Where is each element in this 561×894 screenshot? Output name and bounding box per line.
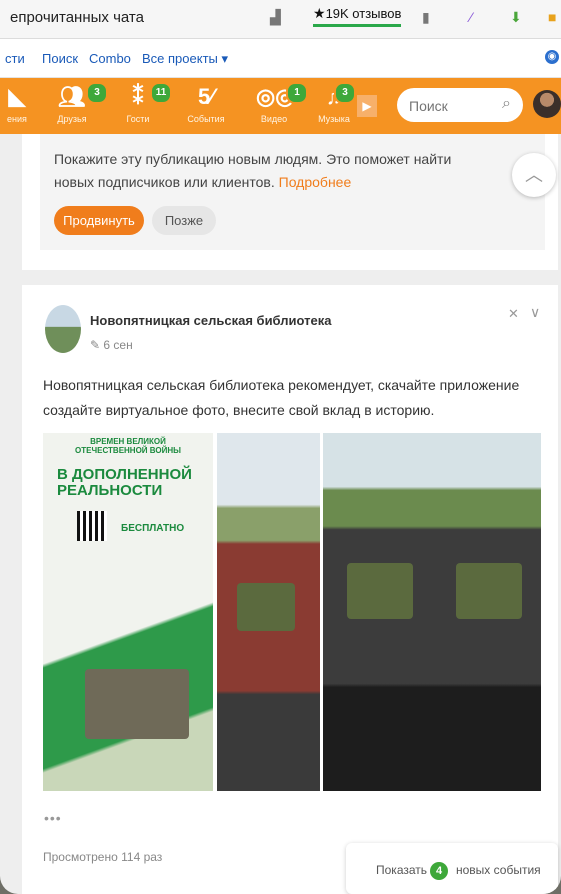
scroll-up-button[interactable]: ︿ xyxy=(512,153,556,197)
search-icon[interactable]: ⌕ xyxy=(502,95,511,113)
nav-label: ения xyxy=(7,114,27,124)
link-combo[interactable]: Combo xyxy=(89,51,131,66)
events-icon: 5⁄ xyxy=(198,84,214,109)
globe-icon[interactable]: ◉ xyxy=(545,50,559,64)
poster-header: ВРЕМЕН ВЕЛИКОЙ ОТЕЧЕСТВЕННОЙ ВОЙНЫ xyxy=(75,437,181,455)
tab-title[interactable]: епрочитанных чата xyxy=(10,9,144,26)
new-events-button[interactable]: Показать 4 новых события xyxy=(346,843,558,894)
rating-badge[interactable]: ★19K отзывов xyxy=(313,5,402,27)
search-box[interactable]: ⌕ xyxy=(397,88,523,122)
reader-icon[interactable]: ▟ xyxy=(270,9,281,26)
nav-label: Гости xyxy=(126,114,150,124)
nav-item-video[interactable]: ◎◎ Видео 1 xyxy=(256,82,308,124)
messages-icon: ◣ xyxy=(8,84,26,109)
main-navigation: ◣ ения 👥︎ Друзья 3 ⁑ Гости 11 5⁄ События… xyxy=(0,78,561,134)
chevron-down-icon[interactable]: ∨ xyxy=(530,304,540,321)
promo-text: Покажите эту публикацию новым людям. Это… xyxy=(54,148,474,194)
nav-item-events[interactable]: 5⁄ События xyxy=(184,84,228,124)
nav-item-music[interactable]: ♫ Музыка 3 xyxy=(316,82,356,124)
user-avatar[interactable] xyxy=(533,90,561,118)
more-options[interactable]: ••• xyxy=(44,810,62,826)
promote-button[interactable]: Продвинуть xyxy=(54,206,144,235)
promo-more-link[interactable]: Подробнее xyxy=(279,174,352,190)
post-photo-3[interactable] xyxy=(323,433,434,791)
events-suffix: новых события xyxy=(456,863,541,877)
post-time: ✎ 6 сен xyxy=(90,338,133,352)
rating-text: 19K отзывов xyxy=(325,6,402,21)
events-count-badge: 4 xyxy=(430,862,448,880)
nav-item-friends[interactable]: 👥︎ Друзья 3 xyxy=(52,82,108,124)
post-photo-2[interactable] xyxy=(217,433,320,791)
nav-label: Видео xyxy=(260,114,288,124)
pin-icon[interactable]: ✕ xyxy=(508,306,519,322)
extension-icon[interactable]: ■ xyxy=(548,9,556,25)
portal-link-bar: сти Поиск Combo Все проекты ▾ xyxy=(0,39,561,78)
bookmark-icon[interactable]: ▮ xyxy=(422,9,430,26)
nav-item-messages[interactable]: ◣ ения xyxy=(2,84,32,124)
qr-code-icon xyxy=(77,511,107,541)
browser-frame: епрочитанных чата ▟ ★19K отзывов ▮ ⁄ ⬇ ■… xyxy=(0,0,561,894)
later-button[interactable]: Позже xyxy=(152,206,216,235)
link-search[interactable]: Поиск xyxy=(42,51,78,66)
pen-icon[interactable]: ⁄ xyxy=(470,9,472,25)
chevron-up-icon: ︿ xyxy=(525,165,543,185)
events-prefix: Показать xyxy=(376,863,428,877)
nav-label: Друзья xyxy=(57,114,87,124)
promo-message: Покажите эту публикацию новым людям. Это… xyxy=(54,151,452,190)
post-text: Новопятницкая сельская библиотека рекоме… xyxy=(43,377,520,418)
cannon-illustration xyxy=(347,563,413,619)
star-icon: ★ xyxy=(313,5,326,21)
post-date: 6 сен xyxy=(103,338,133,352)
music-badge: 3 xyxy=(334,82,356,104)
post-photo-4[interactable] xyxy=(430,433,541,791)
cannon-illustration xyxy=(456,563,522,619)
nav-label: События xyxy=(187,114,225,124)
truck-illustration xyxy=(85,669,189,739)
friends-badge: 3 xyxy=(86,82,108,104)
download-icon[interactable]: ⬇ xyxy=(510,9,522,26)
pencil-icon: ✎ xyxy=(90,338,104,352)
view-count: Просмотрено 114 раз xyxy=(43,850,163,864)
post-photo-poster[interactable]: ВРЕМЕН ВЕЛИКОЙ ОТЕЧЕСТВЕННОЙ ВОЙНЫ В ДОП… xyxy=(43,433,213,791)
nav-item-guests[interactable]: ⁑ Гости 11 xyxy=(118,82,172,124)
nav-label: Музыка xyxy=(318,114,350,124)
guests-badge: 11 xyxy=(150,82,172,104)
link-item[interactable]: сти xyxy=(5,51,25,66)
browser-tab-strip: епрочитанных чата ▟ ★19K отзывов ▮ ⁄ ⬇ ■ xyxy=(0,0,561,39)
video-badge: 1 xyxy=(286,82,308,104)
link-all-projects[interactable]: Все проекты ▾ xyxy=(142,51,228,67)
poster-title: В ДОПОЛНЕННОЙ РЕАЛЬНОСТИ xyxy=(57,466,192,499)
group-avatar[interactable] xyxy=(45,305,81,353)
poster-free: БЕСПЛАТНО xyxy=(121,523,185,534)
post-author[interactable]: Новопятницкая сельская библиотека xyxy=(90,313,331,328)
nav-scroll-right-icon[interactable]: ▶ xyxy=(357,95,377,117)
cannon-illustration xyxy=(237,583,295,631)
search-input[interactable] xyxy=(407,95,491,117)
